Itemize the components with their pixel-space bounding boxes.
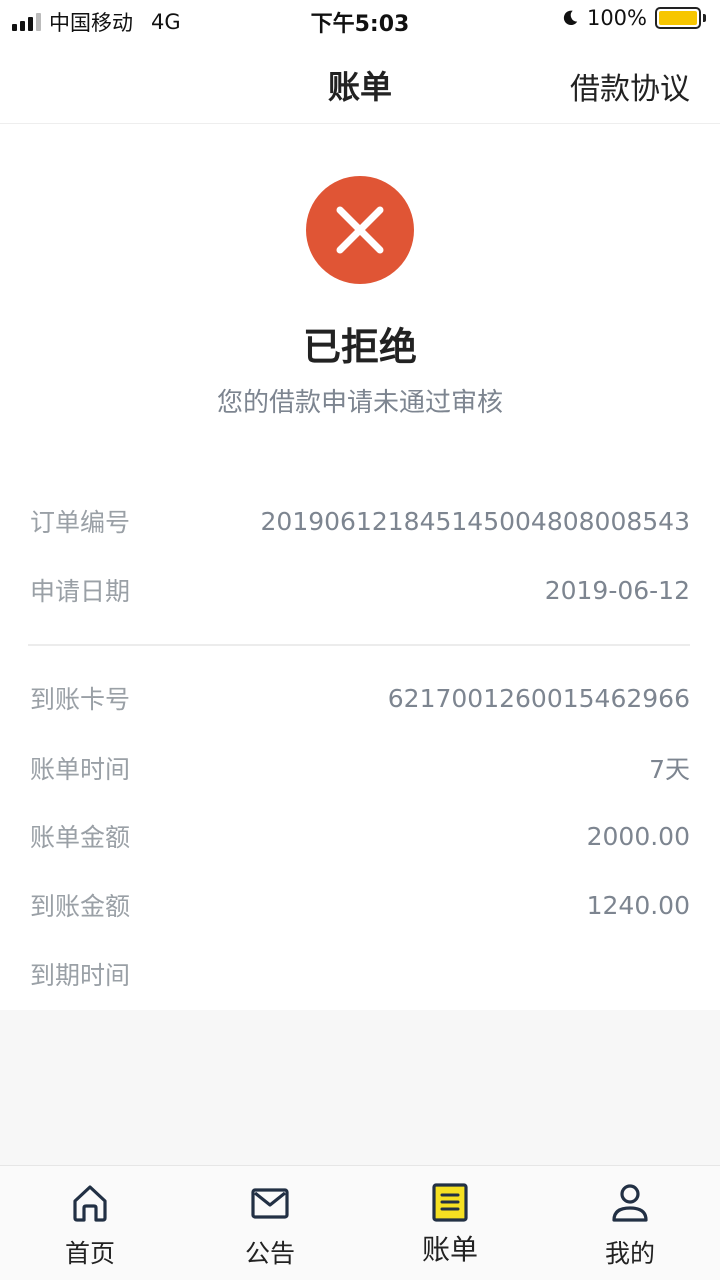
status-title: 已拒绝 xyxy=(302,325,417,369)
apply-date-row: 申请日期 2019-06-12 xyxy=(30,570,690,610)
battery-icon xyxy=(655,7,706,29)
status-bar-right: 100% xyxy=(561,6,706,30)
bill-amount-label: 账单金额 xyxy=(30,823,131,852)
received-amount-row: 到账金额 1240.00 xyxy=(30,885,690,925)
user-icon xyxy=(612,1184,648,1222)
order-number-label: 订单编号 xyxy=(30,508,131,537)
status-bar: 中国移动 4G 下午5:03 100% xyxy=(0,0,720,40)
bill-period-value: 7天 xyxy=(649,755,690,784)
loan-agreement-link[interactable]: 借款协议 xyxy=(570,64,690,108)
apply-date-label: 申请日期 xyxy=(30,577,131,606)
tab-bar: 首页 公告 账单 我的 xyxy=(0,1165,720,1280)
due-date-label: 到期时间 xyxy=(30,961,131,990)
order-number-row: 订单编号 2019061218451450048080085​43 xyxy=(30,501,690,541)
tab-home[interactable]: 首页 xyxy=(0,1166,180,1280)
rejected-icon xyxy=(306,176,414,284)
apply-date-value: 2019-06-12 xyxy=(544,575,690,605)
received-amount-label: 到账金额 xyxy=(30,892,131,921)
bill-period-label: 账单时间 xyxy=(30,755,131,784)
bill-amount-value: 2000.00 xyxy=(586,821,690,851)
tab-notice-label: 公告 xyxy=(244,1239,295,1268)
tab-bill[interactable]: 账单 xyxy=(360,1166,540,1280)
bill-amount-row: 账单金额 2000.00 xyxy=(30,816,690,856)
status-subtitle: 您的借款申请未通过审核 xyxy=(216,388,503,418)
tab-home-label: 首页 xyxy=(64,1239,115,1268)
tab-bill-label: 账单 xyxy=(421,1233,478,1266)
card-number-row: 到账卡号 6217001260015462966 xyxy=(30,678,690,718)
moon-icon xyxy=(563,10,578,26)
nav-bar: 账单 借款协议 xyxy=(0,40,720,124)
bill-period-row: 账单时间 7天 xyxy=(30,748,690,788)
divider xyxy=(28,644,690,646)
mail-icon xyxy=(251,1188,289,1219)
card-number-value: 6217001260015462966 xyxy=(387,683,690,713)
home-icon xyxy=(73,1185,107,1222)
bill-detail-card: 已拒绝 您的借款申请未通过审核 订单编号 2019061218451450048… xyxy=(0,124,720,1010)
received-amount-value: 1240.00 xyxy=(586,890,690,920)
order-number-value: 2019061218451450048080085​43 xyxy=(260,506,690,536)
tab-notice[interactable]: 公告 xyxy=(180,1166,360,1280)
card-number-label: 到账卡号 xyxy=(30,685,131,714)
battery-percent: 100% xyxy=(586,6,647,30)
due-date-row: 到期时间 xyxy=(30,954,690,994)
tab-mine-label: 我的 xyxy=(604,1239,655,1268)
tab-mine[interactable]: 我的 xyxy=(540,1166,720,1280)
bill-icon xyxy=(432,1183,468,1222)
